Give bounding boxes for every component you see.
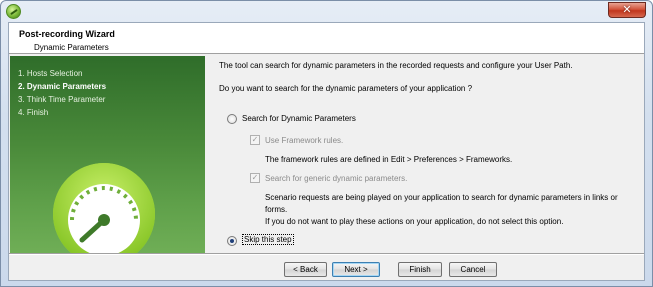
next-button[interactable]: Next > (332, 262, 380, 277)
framework-rules-label: Use Framework rules. (265, 136, 344, 145)
step-hosts-selection: 1. Hosts Selection (18, 69, 83, 78)
finish-button[interactable]: Finish (398, 262, 442, 277)
step-dynamic-parameters: 2. Dynamic Parameters (18, 82, 107, 91)
cancel-button[interactable]: Cancel (449, 262, 497, 277)
footer-divider (9, 253, 644, 255)
search-dynamic-parameters-radio[interactable] (227, 114, 237, 124)
generic-parameters-description-line3: If you do not want to play these actions… (265, 217, 564, 226)
steps-sidebar: 1. Hosts Selection 2. Dynamic Parameters… (10, 56, 205, 253)
generic-parameters-label: Search for generic dynamic parameters. (265, 174, 408, 183)
app-logo-icon (6, 4, 21, 19)
wizard-content: The tool can search for dynamic paramete… (219, 56, 639, 253)
wizard-client-area: Post-recording Wizard Dynamic Parameters… (8, 22, 645, 281)
step-finish: 4. Finish (18, 108, 49, 117)
title-bar[interactable]: ✕ (1, 1, 652, 22)
skip-step-radio[interactable] (227, 236, 237, 246)
intro-text: The tool can search for dynamic paramete… (219, 61, 573, 70)
question-text: Do you want to search for the dynamic pa… (219, 84, 473, 93)
search-dynamic-parameters-label[interactable]: Search for Dynamic Parameters (242, 114, 356, 123)
step-think-time-parameter: 3. Think Time Parameter (18, 95, 106, 104)
back-button[interactable]: < Back (284, 262, 327, 277)
skip-step-label[interactable]: Skip this step (242, 234, 294, 245)
framework-rules-description: The framework rules are defined in Edit … (265, 155, 513, 164)
wizard-title: Post-recording Wizard (19, 29, 115, 39)
generic-parameters-description-line2: forms. (265, 205, 288, 214)
wizard-window: ✕ Post-recording Wizard Dynamic Paramete… (0, 0, 653, 287)
close-button[interactable]: ✕ (608, 2, 646, 18)
skip-step-label-text[interactable]: Skip this step (242, 234, 294, 245)
wizard-header: Post-recording Wizard Dynamic Parameters (9, 23, 644, 54)
step-list: 1. Hosts Selection 2. Dynamic Parameters… (18, 67, 106, 119)
generic-parameters-description-line1: Scenario requests are being played on yo… (265, 193, 618, 202)
wizard-page-subtitle: Dynamic Parameters (34, 43, 109, 52)
speedometer-gauge-icon (52, 162, 157, 253)
generic-parameters-checkbox[interactable]: ✓ (250, 173, 260, 183)
framework-rules-checkbox[interactable]: ✓ (250, 135, 260, 145)
